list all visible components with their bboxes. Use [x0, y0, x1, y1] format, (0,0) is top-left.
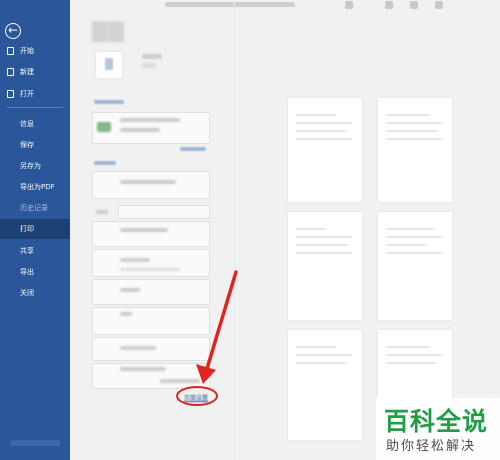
- watermark: 百科全说 助你轻松解决: [376, 398, 500, 460]
- annotation-arrow: [196, 270, 238, 384]
- watermark-subtitle: 助你轻松解决: [386, 439, 477, 454]
- annotation-ellipse: [176, 386, 218, 406]
- watermark-title: 百科全说: [384, 407, 489, 436]
